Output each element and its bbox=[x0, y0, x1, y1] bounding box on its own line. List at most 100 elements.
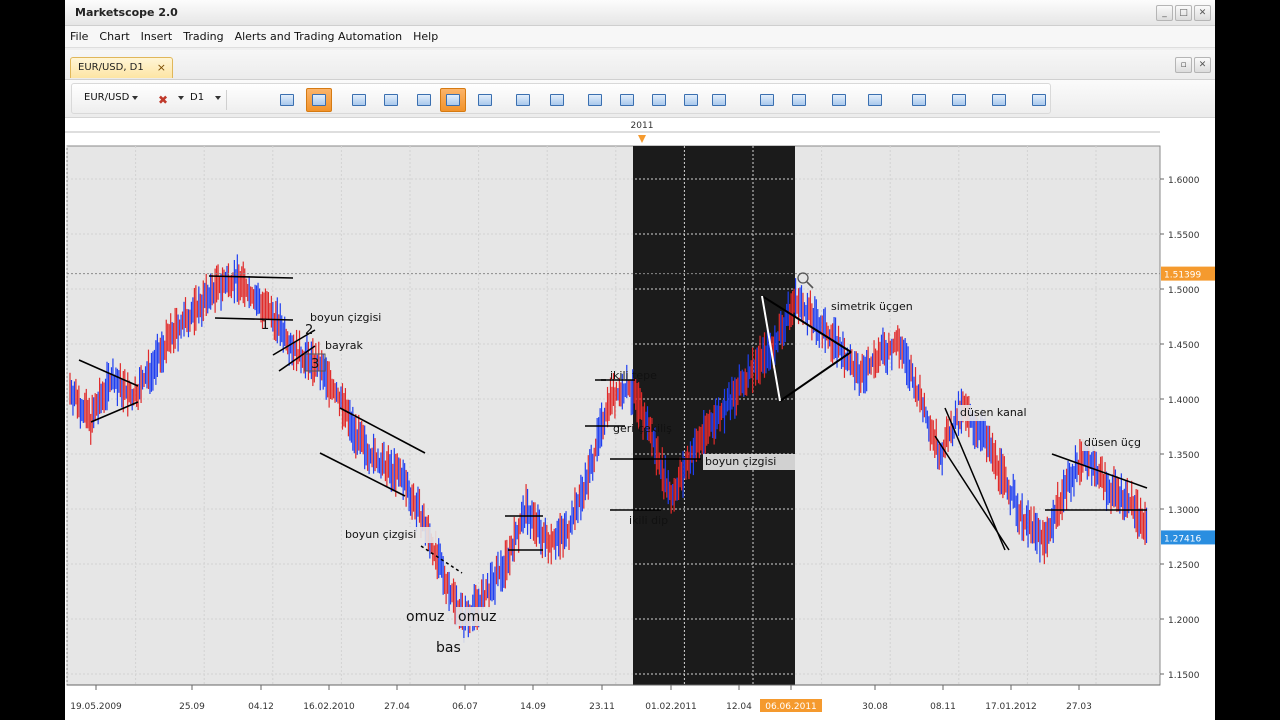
y-tick-label: 1.3500 bbox=[1168, 451, 1200, 461]
tab-close-icon[interactable]: × bbox=[157, 61, 166, 74]
x-tick-label: 14.09 bbox=[520, 702, 546, 712]
chart-toolbar: EUR/USD ✖ D1 bbox=[65, 80, 1215, 118]
y-tick-label: 1.2500 bbox=[1168, 561, 1200, 571]
annotation-point-1: 1 bbox=[261, 318, 269, 333]
indicators-icon[interactable] bbox=[378, 88, 404, 112]
template-icon-glyph bbox=[712, 94, 726, 106]
annotation-pullback: geri çekiliş bbox=[613, 422, 672, 435]
image-icon[interactable] bbox=[678, 88, 704, 112]
annotation-desc-triangle: düsen üçg bbox=[1084, 436, 1141, 449]
annotation-flag: bayrak bbox=[325, 339, 363, 352]
menu-trading[interactable]: Trading bbox=[183, 30, 223, 43]
title-bar: Marketscope 2.0 _ □ ✕ bbox=[65, 0, 1215, 26]
tab-label: EUR/USD, D1 bbox=[78, 62, 144, 73]
ellipse-icon-glyph bbox=[912, 94, 926, 106]
x-tick-label: 04.12 bbox=[248, 702, 274, 712]
y-tick-label: 1.4000 bbox=[1168, 396, 1200, 406]
annotation-shoulder-right: omuz bbox=[458, 609, 496, 625]
text-icon[interactable] bbox=[946, 88, 972, 112]
menu-alerts[interactable]: Alerts and Trading Automation bbox=[235, 30, 403, 43]
bar-chart-icon-glyph bbox=[312, 94, 326, 106]
annotation-neckline-3: boyun çizgisi bbox=[705, 455, 776, 468]
signals-icon[interactable] bbox=[411, 88, 437, 112]
pen-icon-glyph bbox=[868, 94, 882, 106]
indicators-icon-glyph bbox=[384, 94, 398, 106]
x-tick-label: 16.02.2010 bbox=[303, 702, 355, 712]
year-label: 2011 bbox=[631, 121, 654, 131]
x-tick-label: 08.11 bbox=[930, 702, 956, 712]
refresh-icon[interactable] bbox=[582, 88, 608, 112]
menu-chart[interactable]: Chart bbox=[99, 30, 129, 43]
candle-chart-icon[interactable] bbox=[346, 88, 372, 112]
menu-bar: File Chart Insert Trading Alerts and Tra… bbox=[65, 26, 1215, 48]
y-tick-label: 1.5500 bbox=[1168, 231, 1200, 241]
pen-icon[interactable] bbox=[862, 88, 888, 112]
annotation-double-top: ikili tepe bbox=[610, 369, 657, 382]
timeframe-dropdown-icon[interactable] bbox=[215, 96, 221, 100]
maximize-button[interactable]: □ bbox=[1175, 5, 1192, 21]
snap-icon-glyph bbox=[550, 94, 564, 106]
menu-file[interactable]: File bbox=[70, 30, 88, 43]
annotation-desc-channel: düsen kanal bbox=[960, 406, 1027, 419]
crosshair-icon[interactable] bbox=[754, 88, 780, 112]
ellipse-icon[interactable] bbox=[906, 88, 932, 112]
lines-icon[interactable] bbox=[786, 88, 812, 112]
template-icon[interactable] bbox=[706, 88, 732, 112]
menu-help[interactable]: Help bbox=[413, 30, 438, 43]
cursor-icon[interactable] bbox=[440, 88, 466, 112]
timeframe-select[interactable]: D1 bbox=[190, 92, 204, 103]
close-button[interactable]: ✕ bbox=[1194, 5, 1211, 21]
eraser-icon[interactable] bbox=[986, 88, 1012, 112]
instrument-select[interactable]: EUR/USD bbox=[84, 92, 129, 103]
menu-insert[interactable]: Insert bbox=[141, 30, 173, 43]
ruler-icon-glyph bbox=[652, 94, 666, 106]
remove-dropdown-icon[interactable] bbox=[178, 96, 184, 100]
annotation-point-3: 3 bbox=[311, 357, 319, 372]
tree-icon[interactable] bbox=[1026, 88, 1052, 112]
annotation-neckline-1: boyun çizgisi bbox=[310, 311, 381, 324]
globe-icon[interactable] bbox=[614, 88, 640, 112]
bar-chart-icon[interactable] bbox=[306, 88, 332, 112]
close-chart-button[interactable]: ✕ bbox=[1194, 57, 1211, 73]
y-tick-label: 1.5000 bbox=[1168, 286, 1200, 296]
annotation-point-2: 2 bbox=[305, 323, 313, 338]
fib-icon[interactable] bbox=[826, 88, 852, 112]
x-tick-label: 01.02.2011 bbox=[645, 702, 697, 712]
ruler-icon[interactable] bbox=[646, 88, 672, 112]
x-tick-label: 30.08 bbox=[862, 702, 888, 712]
scroll-end-icon[interactable] bbox=[510, 88, 536, 112]
fib-icon-glyph bbox=[832, 94, 846, 106]
restore-chart-button[interactable]: ▫ bbox=[1175, 57, 1192, 73]
price-chart[interactable]: 2011 1.6000 1.5500 1.5000 1.4500 1.4000 1.3500… bbox=[65, 118, 1215, 720]
app-window: Marketscope 2.0 _ □ ✕ File Chart Insert … bbox=[65, 0, 1215, 720]
x-tick-label: 19.05.2009 bbox=[70, 702, 122, 712]
x-tick-label: 27.04 bbox=[384, 702, 410, 712]
instrument-dropdown-icon[interactable] bbox=[132, 96, 138, 100]
globe-icon-glyph bbox=[620, 94, 634, 106]
annotation-neckline-2: boyun çizgisi bbox=[345, 528, 416, 541]
y-tick-label: 1.4500 bbox=[1168, 341, 1200, 351]
zoom-icon-glyph bbox=[478, 94, 492, 106]
chart-type-icon[interactable] bbox=[274, 88, 300, 112]
x-tick-label: 27.03 bbox=[1066, 702, 1092, 712]
chart-area[interactable]: 2011 1.6000 1.5500 1.5000 1.4500 1.4000 1.3500… bbox=[65, 118, 1215, 720]
minimize-button[interactable]: _ bbox=[1156, 5, 1173, 21]
annotation-shoulder-left: omuz bbox=[406, 609, 444, 625]
y-tick-label: 1.1500 bbox=[1168, 671, 1200, 681]
y-tick-label: 1.6000 bbox=[1168, 176, 1200, 186]
app-title: Marketscope 2.0 bbox=[75, 6, 178, 19]
annotation-sym-triangle: simetrik üçgen bbox=[831, 300, 913, 313]
zoom-icon[interactable] bbox=[472, 88, 498, 112]
lines-icon-glyph bbox=[792, 94, 806, 106]
y-tick-label: 1.3000 bbox=[1168, 506, 1200, 516]
last-price-label: 1.27416 bbox=[1164, 534, 1201, 544]
tab-eurusd[interactable]: EUR/USD, D1 × bbox=[70, 57, 173, 78]
image-icon-glyph bbox=[684, 94, 698, 106]
y-tick-label: 1.2000 bbox=[1168, 616, 1200, 626]
x-tick-label: 06.06.2011 bbox=[765, 702, 817, 712]
tab-bar: EUR/USD, D1 × ▫ ✕ bbox=[65, 50, 1215, 80]
snap-icon[interactable] bbox=[544, 88, 570, 112]
text-icon-glyph bbox=[952, 94, 966, 106]
remove-instrument-icon[interactable]: ✖ bbox=[150, 88, 176, 112]
annotation-double-bottom: ikili dip bbox=[629, 514, 668, 527]
